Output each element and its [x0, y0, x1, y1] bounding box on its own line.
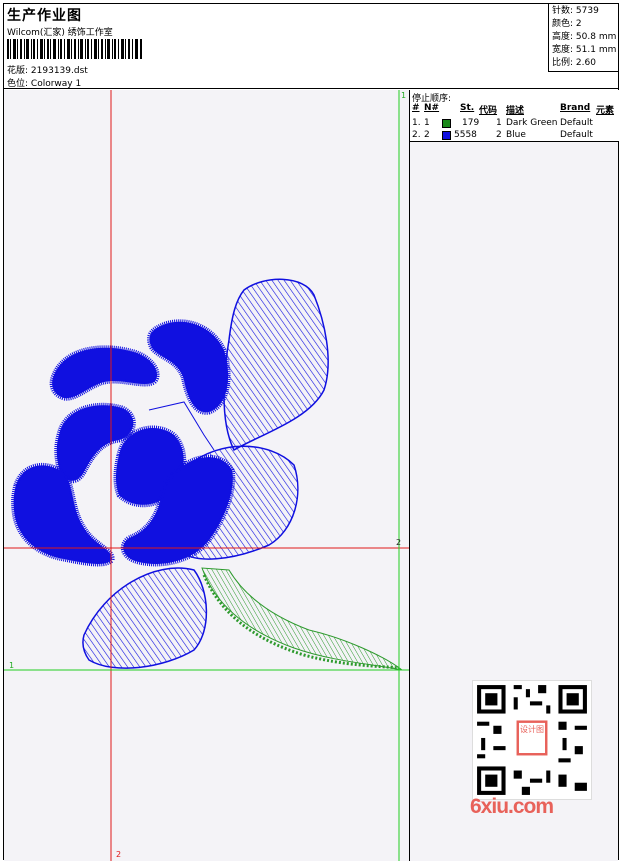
row1-n: 1	[424, 118, 430, 128]
qr-code-icon: 设计图	[472, 680, 592, 800]
design-file-name: 2193139.dst	[30, 66, 88, 76]
colorway-label: 色位:	[7, 79, 29, 89]
stat-stitches: 针数: 5739	[552, 6, 599, 16]
watermark-site: 6xiu.com	[470, 795, 554, 818]
color-swatch-green	[442, 119, 451, 128]
petal-outer-left	[11, 462, 115, 567]
row2-n: 2	[424, 130, 430, 140]
row1-code: 1	[496, 118, 502, 128]
embroidery-preview	[4, 90, 409, 861]
design-file-line: 花版: 2193139.dst	[7, 63, 88, 76]
qr-stamp-text: 设计图	[520, 725, 544, 734]
petal-top-right	[147, 319, 231, 415]
worksheet-header: 生产作业图 Wilcom(汇家) 绣饰工作室 花版: 2193139.dst 色…	[4, 4, 618, 89]
header-n: N#	[424, 103, 440, 113]
row1-index: 1.	[412, 118, 421, 128]
colorway-name: Colorway 1	[30, 79, 82, 89]
row1-stitches: 179	[462, 118, 480, 128]
page-title: 生产作业图	[7, 8, 82, 24]
design-label: 花版:	[7, 66, 29, 76]
row2-code: 2	[496, 130, 502, 140]
header-code: 代码	[479, 106, 498, 116]
stop-sequence-panel: 停止顺序: # N# St. 代码 描述 Brand 元素 1. 1 179 1…	[409, 90, 619, 861]
header-brand: Brand	[560, 103, 591, 113]
studio-name: Wilcom(汇家) 绣饰工作室	[7, 28, 113, 38]
stat-height: 高度: 50.8 mm	[552, 32, 617, 42]
row2-stitches: 5558	[454, 130, 477, 140]
stat-width: 宽度: 51.1 mm	[552, 45, 617, 55]
header-element: 元素	[596, 106, 615, 116]
stat-colors: 颜色: 2	[552, 19, 582, 29]
row2-index: 2.	[412, 130, 421, 140]
colorway-line: 色位: Colorway 1	[7, 76, 81, 89]
header-stitches: St.	[460, 103, 475, 113]
row1-brand: Default	[560, 118, 593, 128]
petal-top-left	[49, 345, 160, 401]
guide-marker-red-v: 2	[116, 850, 122, 859]
stat-scale: 比例: 2.60	[552, 58, 596, 68]
lower-leaf	[82, 567, 208, 669]
guide-marker-top: 1	[401, 91, 407, 100]
design-stats-box: 针数: 5739 颜色: 2 高度: 50.8 mm 宽度: 51.1 mm 比…	[548, 4, 618, 72]
header-description: 描述	[506, 106, 525, 116]
row2-brand: Default	[560, 130, 593, 140]
guide-marker-red-h: 2	[396, 538, 402, 547]
production-worksheet: 生产作业图 Wilcom(汇家) 绣饰工作室 花版: 2193139.dst 色…	[3, 3, 619, 861]
row1-description: Dark Green	[506, 118, 558, 128]
row2-description: Blue	[506, 130, 526, 140]
stem-shape	[201, 567, 403, 671]
stop-sequence-table: 停止顺序: # N# St. 代码 描述 Brand 元素 1. 1 179 1…	[410, 90, 619, 142]
guide-marker-green-h: 1	[9, 661, 15, 670]
upper-leaf	[223, 278, 329, 452]
flower-petals	[11, 319, 236, 567]
header-index: #	[412, 103, 420, 113]
barcode-icon	[7, 39, 142, 59]
color-swatch-blue	[442, 131, 451, 140]
design-canvas: 1 2 1 2	[4, 90, 409, 861]
